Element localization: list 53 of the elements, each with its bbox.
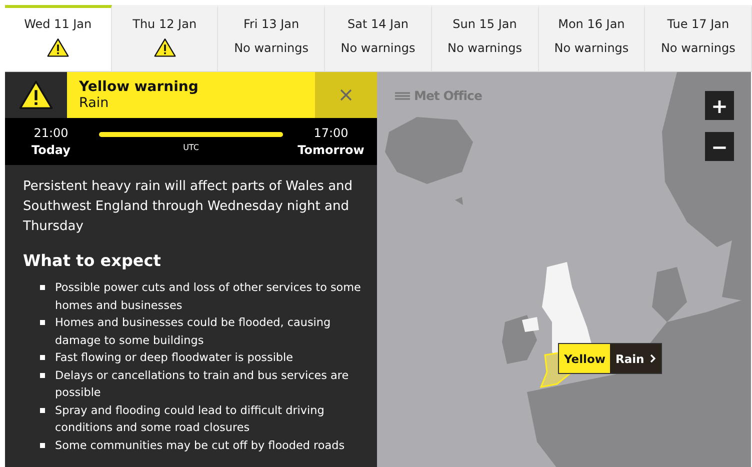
logo-text: Met Office xyxy=(414,88,482,103)
no-warnings-text: No warnings xyxy=(554,41,629,55)
start-time: 21:00 xyxy=(34,126,68,140)
day-label: Wed 11 Jan xyxy=(24,17,92,31)
bullet-icon xyxy=(40,355,45,360)
no-warnings-text: No warnings xyxy=(340,41,416,55)
day-label: Sat 14 Jan xyxy=(347,17,409,31)
warning-icon xyxy=(19,80,53,110)
close-button[interactable] xyxy=(315,72,377,118)
bullet-icon xyxy=(40,408,45,412)
zoom-out-button[interactable]: − xyxy=(705,132,734,161)
no-warnings-text: No warnings xyxy=(234,41,309,55)
bullet-icon xyxy=(40,372,45,378)
close-icon xyxy=(340,89,352,101)
chevron-icon xyxy=(650,354,656,363)
warning-icon xyxy=(46,38,69,57)
warning-icon xyxy=(154,38,176,57)
day-tab[interactable]: Fri 13 Jan No warnings xyxy=(218,5,326,71)
day-label: Fri 13 Jan xyxy=(243,17,300,31)
logo-icon xyxy=(394,90,411,101)
day-label: Tue 17 Jan xyxy=(667,17,730,31)
warning-label[interactable]: Yellow Rain xyxy=(558,343,662,374)
warning-summary: Persistent heavy rain will affect parts of Wales and Southwest England through Wednesday night and Thursday xyxy=(23,178,354,236)
day-tab[interactable]: Thu 12 Jan xyxy=(112,5,218,71)
bullet-text: Fast flowing or deep floodwater is possible xyxy=(55,350,294,366)
bullet-text: Possible power cuts and loss of other services to some homes and businesses xyxy=(55,280,361,314)
day-tab[interactable]: Sun 15 Jan No warnings xyxy=(432,5,539,71)
no-warnings-text: No warnings xyxy=(448,41,522,55)
bullet-icon xyxy=(40,320,45,325)
warning-type: Rain xyxy=(79,95,110,111)
start-day: Today xyxy=(32,143,70,157)
day-tab[interactable]: Mon 16 Jan No warnings xyxy=(538,5,646,71)
day-label: Thu 12 Jan xyxy=(132,17,197,31)
section-heading: What to expect xyxy=(23,251,162,270)
warning-title: Yellow warning xyxy=(79,79,200,95)
bullet-icon xyxy=(40,442,45,448)
bullet-text: Spray and flooding could lead to difficult driving conditions and some road closures xyxy=(55,402,326,436)
day-tab[interactable]: Sat 14 Jan No warnings xyxy=(325,5,432,71)
bullet-text: Some communities may be cut off by flooded roads xyxy=(55,438,345,454)
bullet-text: Delays or cancellations to train and bus services are possible xyxy=(55,368,350,401)
day-label: Mon 16 Jan xyxy=(558,17,625,31)
day-tab[interactable]: Tue 17 Jan No warnings xyxy=(645,5,752,71)
level-tag: Yellow xyxy=(559,344,610,373)
bullet-icon xyxy=(40,285,45,290)
type-link[interactable]: Rain xyxy=(610,344,662,373)
timezone-label: UTC xyxy=(182,142,200,152)
bullet-text: Homes and businesses could be flooded, causing damage to some buildings xyxy=(55,315,332,348)
no-warnings-text: No warnings xyxy=(660,41,736,55)
end-time: 17:00 xyxy=(314,126,348,140)
day-tab[interactable]: Wed 11 Jan xyxy=(5,5,112,71)
zoom-in-button[interactable]: + xyxy=(705,91,734,120)
day-label: Sun 15 Jan xyxy=(452,17,517,31)
end-day: Tomorrow xyxy=(298,143,364,157)
